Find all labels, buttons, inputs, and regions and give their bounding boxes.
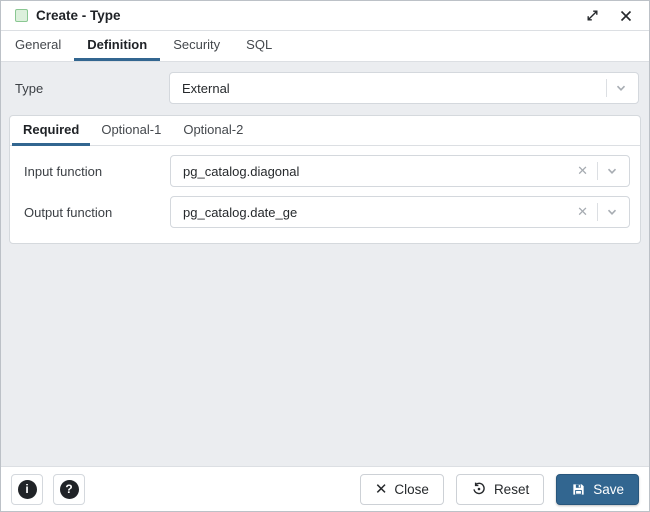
output-function-label: Output function (24, 205, 170, 220)
input-function-select[interactable]: pg_catalog.diagonal ✕ (170, 155, 630, 187)
subtab-required[interactable]: Required (12, 116, 90, 146)
type-row: Type External (9, 72, 641, 104)
maximize-icon[interactable] (583, 7, 601, 25)
output-function-row: Output function pg_catalog.date_ge ✕ (24, 196, 630, 228)
footer-actions: ✕ Close Reset (360, 474, 639, 505)
tab-definition[interactable]: Definition (74, 31, 160, 61)
input-function-value: pg_catalog.diagonal (183, 164, 573, 179)
chevron-down-icon[interactable] (612, 81, 630, 95)
type-selected-value: External (182, 81, 601, 96)
close-x-icon: ✕ (375, 482, 388, 497)
type-object-icon (15, 9, 28, 22)
definition-panel: Required Optional-1 Optional-2 Input fun… (9, 115, 641, 244)
info-button[interactable]: i (11, 474, 43, 505)
subtab-optional-1[interactable]: Optional-1 (90, 116, 172, 146)
close-icon[interactable] (617, 7, 635, 25)
output-function-select[interactable]: pg_catalog.date_ge ✕ (170, 196, 630, 228)
output-function-value: pg_catalog.date_ge (183, 205, 573, 220)
window-controls (583, 7, 635, 25)
tab-general[interactable]: General (2, 31, 74, 61)
chevron-down-icon[interactable] (603, 164, 621, 178)
dialog-body: Type External Required Optional-1 Option… (1, 62, 649, 466)
input-function-label: Input function (24, 164, 170, 179)
dialog-footer: i ? ✕ Close Reset (1, 466, 649, 511)
input-function-row: Input function pg_catalog.diagonal ✕ (24, 155, 630, 187)
subtab-optional-2[interactable]: Optional-2 (172, 116, 254, 146)
save-button[interactable]: Save (556, 474, 639, 505)
close-button[interactable]: ✕ Close (360, 474, 444, 505)
info-icon: i (18, 480, 37, 499)
save-icon (571, 482, 586, 497)
dialog-tabbar: General Definition Security SQL (1, 31, 649, 62)
reset-button[interactable]: Reset (456, 474, 544, 505)
clear-icon[interactable]: ✕ (573, 163, 592, 179)
clear-icon[interactable]: ✕ (573, 204, 592, 220)
chevron-down-icon[interactable] (603, 205, 621, 219)
close-button-label: Close (394, 482, 429, 497)
reset-icon (471, 481, 487, 497)
help-icon: ? (60, 480, 79, 499)
help-button[interactable]: ? (53, 474, 85, 505)
type-label: Type (15, 81, 169, 96)
reset-button-label: Reset (494, 482, 529, 497)
save-button-label: Save (593, 482, 624, 497)
type-select[interactable]: External (169, 72, 639, 104)
tab-sql[interactable]: SQL (233, 31, 285, 61)
tab-security[interactable]: Security (160, 31, 233, 61)
definition-subtabs: Required Optional-1 Optional-2 (10, 116, 640, 146)
create-type-dialog: Create - Type General Definition Securit… (0, 0, 650, 512)
dialog-titlebar: Create - Type (1, 1, 649, 31)
dialog-title: Create - Type (36, 8, 121, 23)
